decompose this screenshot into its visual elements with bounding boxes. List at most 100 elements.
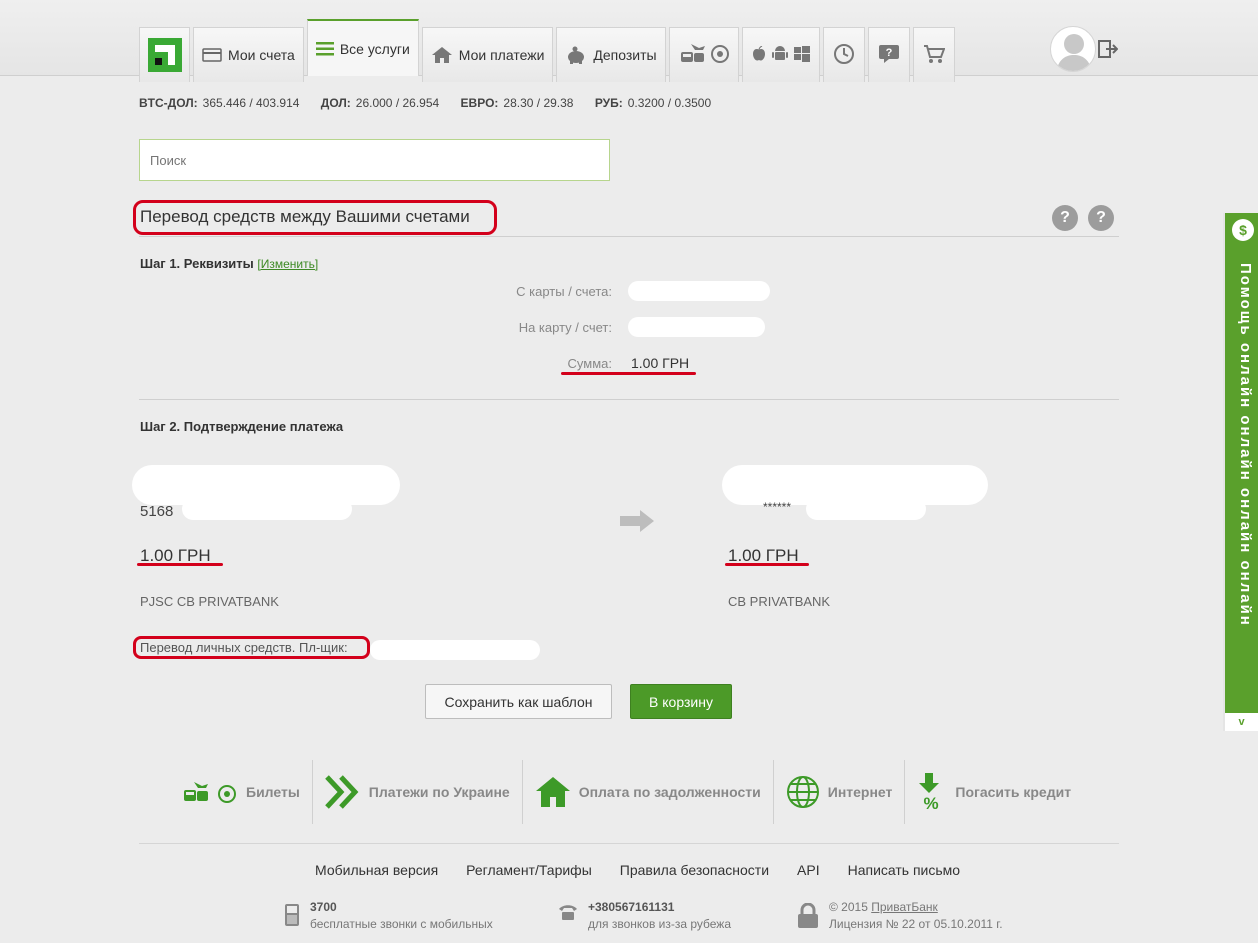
service-repay-credit[interactable]: % Погасить кредит	[905, 760, 1083, 824]
step2-title: Шаг 2. Подтверждение платежа	[140, 419, 344, 434]
tab-label: Все услуги	[339, 40, 410, 57]
service-tickets[interactable]: Билеты	[170, 760, 313, 824]
annotation-title-circle	[133, 200, 497, 235]
annotation-amount-underline	[561, 372, 696, 375]
annotation-to-amount-underline	[725, 563, 809, 566]
service-label: Платежи по Украине	[368, 784, 510, 800]
side-tab-toggle[interactable]: v	[1225, 713, 1258, 731]
service-internet[interactable]: Интернет	[774, 760, 906, 824]
redacted-payer-name	[370, 640, 540, 660]
to-card-number: ******	[763, 500, 792, 514]
amount-label: Сумма:	[567, 356, 612, 371]
lock-icon	[797, 902, 819, 934]
footer-link-mobile[interactable]: Мобильная версия	[315, 862, 438, 878]
annotation-from-amount-underline	[137, 563, 223, 566]
tab-cart[interactable]	[912, 27, 955, 82]
to-bank: CB PRIVATBANK	[728, 594, 831, 609]
amount-value: 1.00 ГРН	[631, 355, 690, 371]
piggy-bank-icon	[565, 46, 587, 64]
globe-icon	[786, 775, 820, 809]
from-bank: PJSC CB PRIVATBANK	[140, 594, 279, 609]
tab-all-services[interactable]: Все услуги	[306, 19, 419, 76]
service-label: Интернет	[827, 784, 893, 800]
service-label: Билеты	[246, 784, 300, 800]
mobile-note: бесплатные звонки с мобильных	[310, 917, 493, 931]
section-divider	[139, 399, 1119, 400]
footer-divider	[139, 843, 1119, 844]
footer-link-api[interactable]: API	[797, 862, 820, 878]
cart-icon	[923, 44, 946, 67]
rate-name: ЕВРО:	[460, 96, 499, 110]
service-label: Оплата по задолженности	[578, 784, 761, 800]
contact-abroad: +380567161131 для звонков из-за рубежа	[558, 900, 731, 931]
tab-history[interactable]	[822, 27, 865, 82]
percent-icon: %	[917, 773, 947, 811]
from-card-label: С карты / счета:	[516, 284, 612, 299]
dollar-chat-icon: $	[1232, 219, 1254, 241]
rate-name: ДОЛ:	[320, 96, 351, 110]
tab-deposits[interactable]: Депозиты	[556, 27, 666, 82]
android-icon	[771, 45, 788, 66]
footer-link-write[interactable]: Написать письмо	[848, 862, 960, 878]
abroad-note: для звонков из-за рубежа	[588, 917, 732, 931]
add-to-cart-button[interactable]: В корзину	[630, 684, 732, 719]
video-help-icon[interactable]: ?	[1052, 205, 1078, 231]
copyright: © 2015 ПриватБанк	[829, 900, 1003, 914]
edit-link[interactable]: [Изменить]	[257, 257, 318, 271]
service-debt-payment[interactable]: Оплата по задолженности	[523, 760, 774, 824]
footer-link-tariffs[interactable]: Регламент/Тарифы	[466, 862, 592, 878]
question-bubble-icon: ?	[878, 44, 900, 67]
privatbank-logo[interactable]	[139, 27, 190, 82]
house-icon	[535, 776, 571, 808]
logout-button[interactable]	[1098, 40, 1119, 63]
license: Лицензия № 22 от 05.10.2011 г.	[829, 917, 1003, 931]
online-help-tab[interactable]: $ Помощь онлайн онлайн онлайн онлайн v	[1223, 213, 1258, 731]
nav-tabs: Мои счета Все услуги Мои платежи Депозит…	[139, 19, 958, 82]
tab-tickets[interactable]	[668, 27, 739, 82]
tab-label: Мои платежи	[458, 47, 545, 63]
tab-help[interactable]: ?	[867, 27, 910, 82]
mobile-number: 3700	[310, 900, 337, 914]
football-icon	[710, 44, 729, 66]
chevrons-icon	[324, 775, 361, 809]
tab-label: Депозиты	[593, 47, 657, 63]
mobile-phone-icon	[284, 903, 300, 932]
windows-icon	[793, 45, 810, 65]
rate-value: 0.3200 / 0.3500	[627, 96, 712, 110]
top-navigation: Мои счета Все услуги Мои платежи Депозит…	[0, 0, 1258, 82]
contact-mobile: 3700 бесплатные звонки с мобильных	[284, 900, 493, 932]
avatar[interactable]	[1050, 26, 1096, 72]
brand-link[interactable]: ПриватБанк	[871, 900, 938, 914]
redacted-from-card-tail	[182, 498, 352, 520]
train-plane-icon	[679, 42, 705, 69]
step1-heading: Шаг 1. Реквизиты	[140, 256, 254, 271]
search-input[interactable]	[139, 139, 610, 181]
annotation-purpose-circle	[133, 636, 370, 659]
list-icon	[315, 41, 334, 57]
rate-name: РУБ:	[594, 96, 623, 110]
tab-my-payments[interactable]: Мои платежи	[421, 27, 554, 82]
card-icon	[202, 48, 222, 62]
redacted-to-card-tail	[806, 498, 926, 520]
telephone-icon	[558, 903, 578, 926]
to-card-label: На карту / счет:	[518, 320, 612, 335]
rate-value: 26.000 / 26.954	[355, 96, 440, 110]
footer-link-security[interactable]: Правила безопасности	[620, 862, 769, 878]
online-help-label: Помощь онлайн онлайн онлайн онлайн	[1237, 263, 1254, 627]
save-template-button[interactable]: Сохранить как шаблон	[425, 684, 612, 719]
tab-my-accounts[interactable]: Мои счета	[193, 27, 304, 82]
svg-text:%: %	[924, 794, 939, 811]
help-icon[interactable]: ?	[1088, 205, 1114, 231]
apple-icon	[752, 45, 766, 65]
tab-mobile-apps[interactable]	[741, 27, 820, 82]
title-divider	[139, 236, 1119, 237]
service-label: Погасить кредит	[955, 784, 1072, 800]
svg-text:?: ?	[885, 47, 892, 59]
redacted-from-card	[628, 281, 770, 301]
service-payments-ukraine[interactable]: Платежи по Украине	[313, 760, 523, 824]
abroad-number: +380567161131	[588, 900, 675, 914]
exchange-rates: BTC-ДОЛ: 365.446 / 403.914 ДОЛ: 26.000 / 2…	[139, 96, 729, 110]
home-icon	[431, 46, 453, 64]
transfer-arrow-icon	[620, 510, 654, 532]
tickets-icon	[182, 778, 238, 806]
